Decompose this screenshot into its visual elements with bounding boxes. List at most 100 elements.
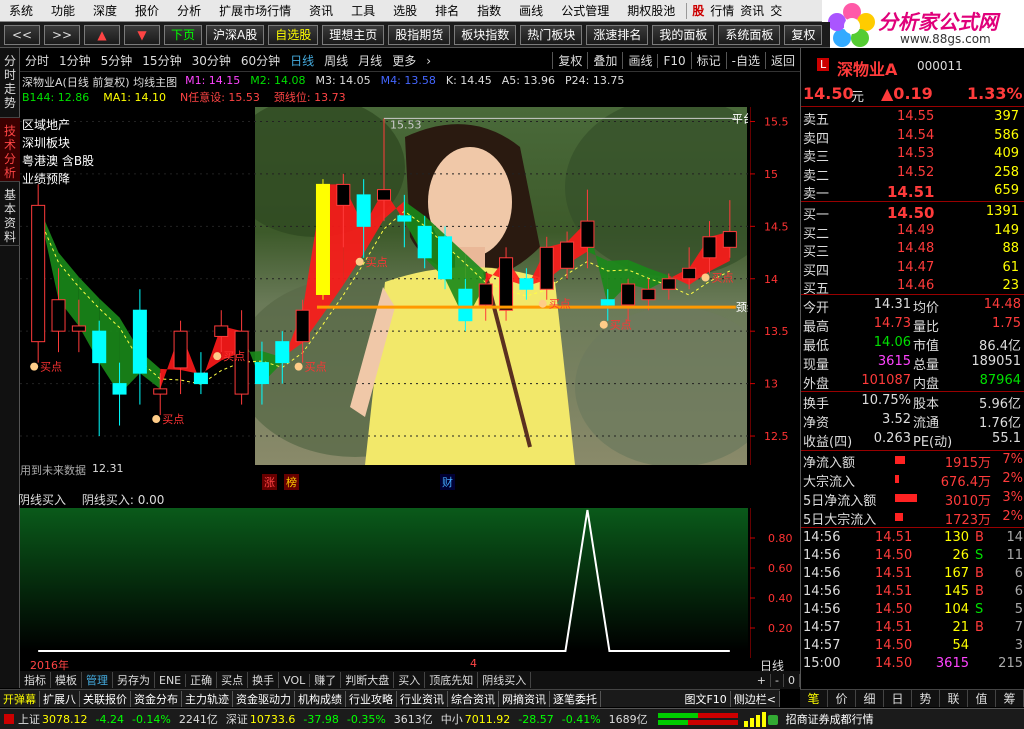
draw-button[interactable]: 画线 xyxy=(622,52,657,69)
zoom-in-button[interactable]: + xyxy=(753,673,772,687)
f10-text-button[interactable]: 图文F10 xyxy=(681,690,731,707)
institution-button[interactable]: 机构成绩 xyxy=(295,690,346,707)
candle-body[interactable] xyxy=(214,325,229,337)
tab-timeshare[interactable]: 分时走势 xyxy=(0,48,20,118)
next-next-button[interactable]: >> xyxy=(44,24,80,45)
menu-item-formula[interactable]: 公式管理 xyxy=(552,0,618,22)
tab-detail[interactable]: 细 xyxy=(856,690,884,707)
candle-body[interactable] xyxy=(600,299,615,306)
ask-row[interactable]: 卖四 14.54 586 xyxy=(801,127,1024,147)
tab-correct[interactable]: 正确 xyxy=(186,672,218,688)
industry-news-button[interactable]: 行业资讯 xyxy=(397,690,448,707)
menu-item-stock-pick[interactable]: 选股 xyxy=(384,0,426,22)
candle-body[interactable] xyxy=(112,383,127,395)
bid-row[interactable]: 买四 14.47 61 xyxy=(801,259,1024,279)
buy-point-label[interactable]: 买点 xyxy=(610,319,632,332)
tab-top-bottom[interactable]: 顶底先知 xyxy=(425,672,479,688)
fund-drive-button[interactable]: 资金驱动力 xyxy=(233,690,295,707)
menu-item-quote[interactable]: 报价 xyxy=(126,0,168,22)
menu-item-analysis[interactable]: 分析 xyxy=(168,0,210,22)
tick-row[interactable]: 15:00 14.50 3615 215 xyxy=(801,655,1024,673)
tab-technical[interactable]: 技术分析 xyxy=(0,118,20,182)
tab-link[interactable]: 联 xyxy=(940,690,968,707)
restore-rights-button[interactable]: 复权 xyxy=(784,24,823,45)
tab-ticks[interactable]: 笔 xyxy=(800,690,828,707)
tick-row[interactable]: 14:56 14.50 26 S 11 xyxy=(801,547,1024,565)
tab-day[interactable]: 日 xyxy=(884,690,912,707)
candle-body[interactable] xyxy=(661,278,676,290)
tick-row[interactable]: 14:56 14.50 104 S 5 xyxy=(801,601,1024,619)
menu-item-drawing[interactable]: 画线 xyxy=(510,0,552,22)
back-button[interactable]: 返回 xyxy=(764,52,800,69)
tab-manage[interactable]: 管理 xyxy=(82,672,113,688)
prev-prev-button[interactable]: << xyxy=(4,24,40,45)
tab-fundamentals[interactable]: 基本资料 xyxy=(0,182,20,246)
menu-item-options[interactable]: 期权股池 xyxy=(618,0,684,22)
candle-body[interactable] xyxy=(438,236,453,280)
tab-template[interactable]: 模板 xyxy=(51,672,82,688)
candle-body[interactable] xyxy=(560,241,575,269)
menu-item-ranking[interactable]: 排名 xyxy=(426,0,468,22)
candle-body[interactable] xyxy=(153,388,168,395)
candle-body[interactable] xyxy=(71,325,86,332)
candle-body[interactable] xyxy=(397,215,412,222)
candle-body[interactable] xyxy=(376,189,392,201)
buy-point-label[interactable]: 买点 xyxy=(40,361,62,374)
buy-point-label[interactable]: 买点 xyxy=(366,256,388,269)
tab-judge-market[interactable]: 判断大盘 xyxy=(341,672,395,688)
next-page-button[interactable]: 下页 xyxy=(164,24,203,45)
futures-button[interactable]: 股指期货 xyxy=(388,24,451,45)
candle-body[interactable] xyxy=(336,183,351,206)
rise-marker[interactable]: 涨 xyxy=(262,474,277,490)
speed-rank-button[interactable]: 涨速排名 xyxy=(586,24,649,45)
candle-body[interactable] xyxy=(132,309,147,374)
tab-chips[interactable]: 筹 xyxy=(996,690,1024,707)
tab-value[interactable]: 值 xyxy=(968,690,996,707)
restore-button[interactable]: 复权 xyxy=(552,52,587,69)
sub-indicator-chart[interactable] xyxy=(20,508,748,658)
candle-body[interactable] xyxy=(519,278,534,290)
danmaku-button[interactable]: 开弹幕 xyxy=(0,690,40,707)
tick-row[interactable]: 14:56 14.51 167 B 6 xyxy=(801,565,1024,583)
buy-point-label[interactable]: 买点 xyxy=(223,350,245,363)
tab-save-as[interactable]: 另存为 xyxy=(113,672,155,688)
candle-body[interactable] xyxy=(458,288,473,322)
menu-item-news[interactable]: 资讯 xyxy=(737,0,767,22)
tab-profit[interactable]: 赚了 xyxy=(310,672,342,688)
menu-item-info[interactable]: 资讯 xyxy=(300,0,342,22)
menu-item-depth[interactable]: 深度 xyxy=(84,0,126,22)
candle-body[interactable] xyxy=(641,288,656,301)
candle-body[interactable] xyxy=(315,183,330,295)
system-panel-button[interactable]: 系统面板 xyxy=(718,24,781,45)
period-daily[interactable]: 日线 xyxy=(285,52,319,69)
tab-buy-point[interactable]: 买点 xyxy=(217,672,249,688)
period-1min[interactable]: 1分钟 xyxy=(54,52,96,69)
candle-body[interactable] xyxy=(275,341,290,364)
sh-label[interactable]: 上证 xyxy=(18,711,40,727)
bid-row[interactable]: 买二 14.49 149 xyxy=(801,222,1024,242)
general-news-button[interactable]: 综合资讯 xyxy=(448,690,499,707)
candle-body[interactable] xyxy=(92,330,107,364)
mark-button[interactable]: 标记 xyxy=(690,52,726,69)
ask-row[interactable]: 卖五 14.55 397 xyxy=(801,108,1024,128)
buy-point-label[interactable]: 买点 xyxy=(711,272,733,285)
list-marker[interactable]: 榜 xyxy=(284,474,299,490)
period-timeshare[interactable]: 分时 xyxy=(20,52,54,69)
tick-row[interactable]: 14:57 14.50 54 3 xyxy=(801,637,1024,655)
sidebar-toggle-button[interactable]: 侧边栏< xyxy=(731,690,780,707)
bid-row[interactable]: 买五 14.46 23 xyxy=(801,277,1024,297)
buy-point-label[interactable]: 买点 xyxy=(549,298,571,311)
candle-body[interactable] xyxy=(51,299,66,332)
ask-row[interactable]: 卖三 14.53 409 xyxy=(801,145,1024,165)
industry-guide-button[interactable]: 行业攻略 xyxy=(346,690,397,707)
candle-body[interactable] xyxy=(682,267,697,280)
menu-item-tools[interactable]: 工具 xyxy=(342,0,384,22)
candle-body[interactable] xyxy=(193,372,208,385)
tab-price[interactable]: 价 xyxy=(828,690,856,707)
tick-row[interactable]: 14:57 14.51 21 B 7 xyxy=(801,619,1024,637)
zoom-out-button[interactable]: - xyxy=(771,673,784,687)
period-15min[interactable]: 15分钟 xyxy=(137,52,186,69)
menu-item-index[interactable]: 指数 xyxy=(468,0,510,22)
tab-turnover[interactable]: 换手 xyxy=(248,672,280,688)
period-weekly[interactable]: 周线 xyxy=(319,52,353,69)
